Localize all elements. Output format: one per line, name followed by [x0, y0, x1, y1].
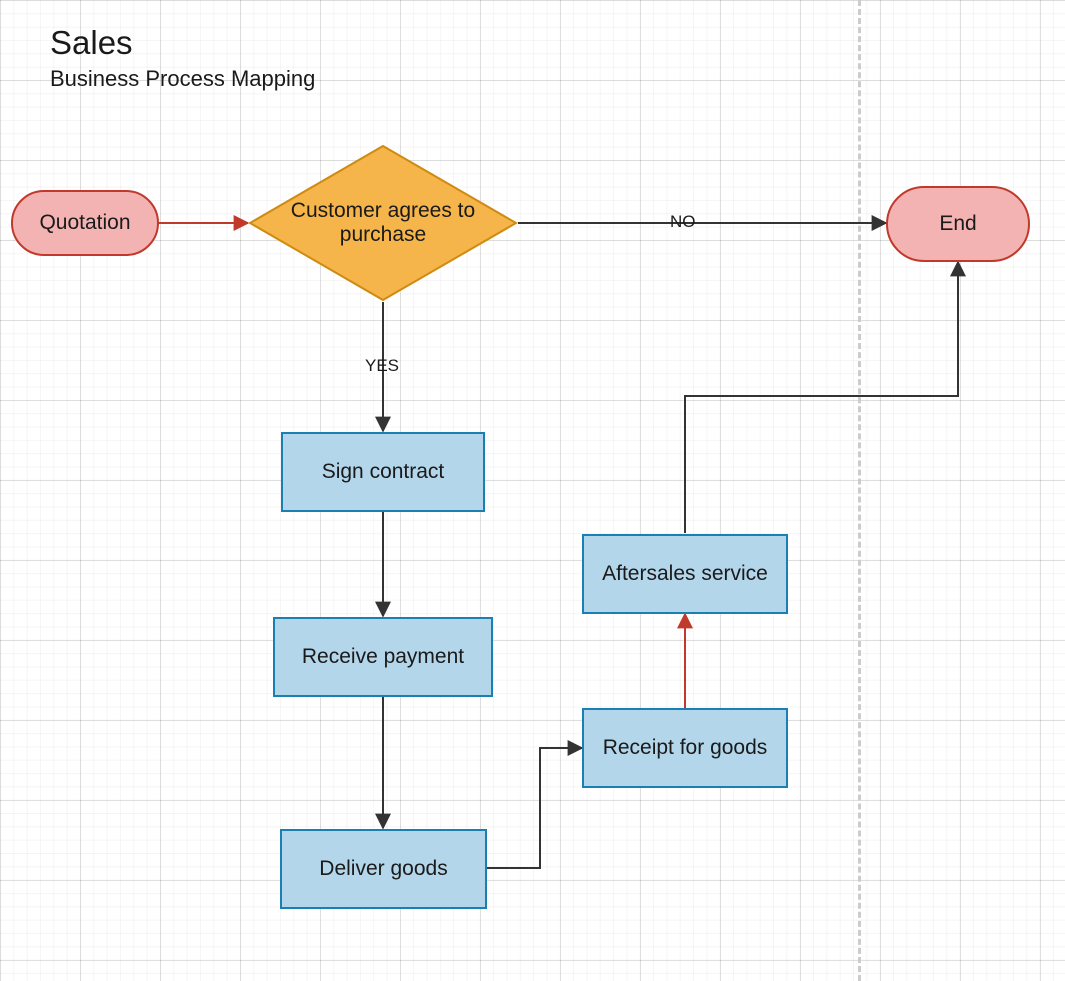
node-receipt-for-goods[interactable]: Receipt for goods: [582, 708, 788, 788]
grid-background: [0, 0, 1065, 981]
node-end[interactable]: End: [886, 186, 1030, 262]
edge-label-no: NO: [670, 212, 696, 232]
node-deliver-goods[interactable]: Deliver goods: [280, 829, 487, 909]
node-sign-contract[interactable]: Sign contract: [281, 432, 485, 512]
node-receive-payment[interactable]: Receive payment: [273, 617, 493, 697]
edge-label-yes: YES: [365, 356, 399, 376]
node-decision-customer-agrees[interactable]: Customer agrees to purchase: [248, 144, 518, 302]
node-aftersales-service[interactable]: Aftersales service: [582, 534, 788, 614]
diagram-title: Sales: [50, 24, 133, 62]
decision-label: Customer agrees to purchase: [248, 144, 518, 302]
flowchart-canvas: Sales Business Process Mapping NO YE: [0, 0, 1065, 981]
diagram-subtitle: Business Process Mapping: [50, 66, 315, 92]
node-quotation[interactable]: Quotation: [11, 190, 159, 256]
page-boundary-divider: [858, 0, 861, 981]
